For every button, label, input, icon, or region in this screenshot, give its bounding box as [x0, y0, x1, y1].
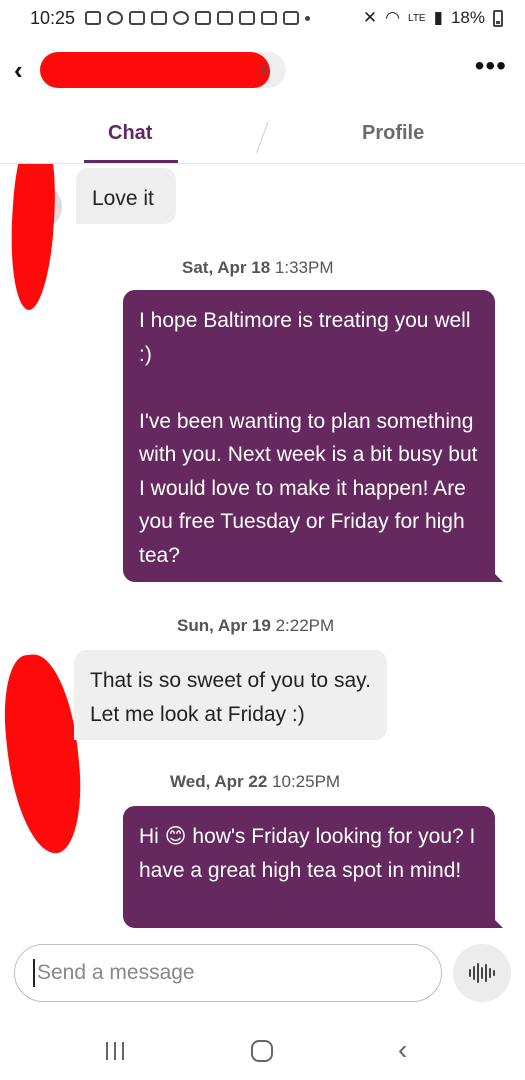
battery-icon	[493, 9, 503, 27]
message-bubble-incoming[interactable]: That is so sweet of you to say. Let me l…	[74, 650, 387, 740]
timestamp-time: 10:25PM	[272, 772, 341, 791]
tab-chat[interactable]: Chat	[108, 122, 152, 145]
timestamp-time: 1:33PM	[274, 258, 334, 277]
network-type: LTE	[408, 12, 426, 24]
more-horizontal-icon: •••	[474, 50, 507, 81]
message-input[interactable]	[37, 953, 427, 993]
tab-bar: Chat Profile	[0, 108, 525, 164]
status-bar: 10:25 ✕ ◠ LTE ▮ 18%	[0, 0, 525, 36]
timestamp: Sat, Apr 18 1:33PM	[182, 258, 334, 278]
text-cursor	[33, 959, 35, 987]
message-text: Hi 😊 how's Friday looking for you? I hav…	[139, 825, 476, 882]
news-icon	[151, 11, 168, 25]
timestamp-day: Wed, Apr 22	[170, 772, 268, 791]
match-name-pill[interactable]	[40, 52, 286, 88]
message-bubble-incoming[interactable]: Love it	[76, 168, 176, 224]
home-button[interactable]	[251, 1040, 273, 1062]
voice-waveform-icon	[489, 968, 491, 978]
system-back-button[interactable]: ‹	[398, 1036, 407, 1064]
recent-apps-icon	[106, 1042, 108, 1060]
message-composer	[14, 944, 442, 1002]
recent-apps-icon	[114, 1042, 116, 1060]
message-text: Love it	[92, 187, 154, 210]
timestamp: Sun, Apr 19 2:22PM	[177, 616, 334, 636]
voice-waveform-icon	[481, 967, 483, 979]
news-icon	[129, 11, 146, 25]
system-nav-bar: ‹	[0, 1018, 525, 1080]
chat-header: ‹ s •••	[0, 38, 525, 102]
signal-icon: ▮	[433, 8, 443, 27]
wifi-icon: ◠	[385, 8, 400, 27]
app-notification-icon	[217, 11, 234, 25]
message-bubble-outgoing[interactable]: I hope Baltimore is treating you well :)…	[123, 290, 503, 582]
active-tab-indicator	[84, 160, 178, 163]
voice-waveform-icon	[473, 966, 475, 980]
timestamp-day: Sat, Apr 18	[182, 258, 271, 277]
voice-waveform-icon	[493, 970, 495, 976]
message-list[interactable]: Love it Sat, Apr 18 1:33PM I hope Baltim…	[0, 164, 525, 940]
voicemail-icon	[173, 11, 190, 25]
app-notification-icon	[107, 11, 124, 25]
mute-icon: ✕	[362, 8, 378, 27]
timestamp-day: Sun, Apr 19	[177, 616, 271, 635]
more-notifications-icon	[305, 15, 311, 21]
voice-message-button[interactable]	[453, 944, 511, 1002]
recent-apps-button[interactable]	[106, 1042, 124, 1060]
tab-profile[interactable]: Profile	[362, 122, 424, 145]
more-options-button[interactable]: •••	[475, 52, 507, 80]
chevron-left-icon: ‹	[398, 1034, 408, 1065]
status-right: ✕ ◠ LTE ▮ 18%	[363, 8, 503, 28]
voice-waveform-icon	[485, 964, 487, 982]
redacted-name	[40, 52, 270, 88]
app-notification-icon	[239, 11, 256, 25]
battery-percent: 18%	[450, 8, 485, 27]
tab-divider	[256, 120, 269, 154]
discord-icon	[85, 11, 102, 25]
message-text: I hope Baltimore is treating you well :)…	[139, 309, 478, 567]
voice-waveform-icon	[477, 963, 479, 983]
recent-apps-icon	[122, 1042, 124, 1060]
chevron-left-icon: ‹	[14, 55, 23, 85]
timestamp-time: 2:22PM	[275, 616, 335, 635]
message-text: That is so sweet of you to say. Let me l…	[90, 669, 371, 726]
back-button[interactable]: ‹	[14, 56, 38, 84]
redacted-avatar	[5, 164, 61, 312]
voice-waveform-icon	[469, 969, 471, 977]
status-time: 10:25	[30, 7, 76, 28]
notification-icons	[85, 11, 311, 25]
match-name-suffix: s	[260, 60, 268, 77]
app-notification-icon	[261, 11, 278, 25]
wallet-icon	[195, 11, 212, 25]
checkbox-icon	[283, 11, 300, 25]
timestamp: Wed, Apr 22 10:25PM	[170, 772, 340, 792]
message-bubble-outgoing[interactable]: Hi 😊 how's Friday looking for you? I hav…	[123, 806, 503, 928]
